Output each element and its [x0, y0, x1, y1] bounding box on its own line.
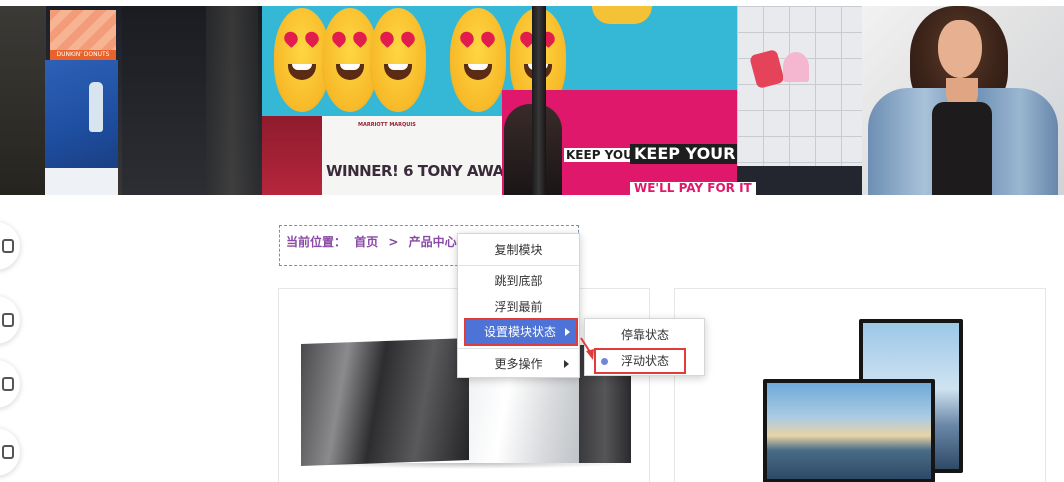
glass-window [737, 6, 877, 166]
cabinet-shadow [311, 463, 631, 469]
highlight-box [594, 348, 686, 374]
tool-icon [2, 313, 14, 327]
breadcrumb-separator: > [388, 235, 399, 249]
chevron-right-icon [564, 360, 569, 368]
product-card[interactable] [674, 288, 1046, 482]
highlight-box [464, 318, 578, 346]
banner-street-left: DUNKIN' DONUTS [0, 6, 262, 195]
menu-item-label: 浮到最前 [494, 300, 543, 314]
menu-item-label: 跳到底部 [494, 274, 543, 288]
breadcrumb-current[interactable]: 产品中心 [409, 233, 457, 250]
menu-item-label: 更多操作 [494, 357, 543, 371]
side-tool-button[interactable] [0, 296, 20, 344]
settings-icon [2, 445, 14, 459]
cabinet-panel [301, 338, 471, 466]
lace-top [932, 102, 992, 195]
submenu-item-label: 停靠状态 [621, 328, 670, 342]
heart-eyes-emoji-icon [450, 8, 506, 112]
billboard-white [45, 168, 118, 195]
billboard-blue [45, 60, 118, 168]
menu-item-copy-module[interactable]: 复制模块 [458, 238, 579, 262]
menu-item-label: 复制模块 [494, 243, 543, 257]
sticker-icon [749, 48, 785, 90]
face [938, 20, 982, 78]
breadcrumb-home-link[interactable]: 首页 [354, 233, 378, 250]
street-pole [532, 6, 546, 195]
breadcrumb-prefix: 当前位置： [286, 235, 347, 249]
billboard-brand-text: DUNKIN' DONUTS [50, 50, 116, 60]
banner-model [862, 6, 1064, 195]
screen-content [767, 383, 931, 479]
side-share-button[interactable] [0, 222, 20, 270]
link-icon [2, 377, 14, 391]
billboard-brand: MARRIOTT MARQUIS [358, 122, 416, 128]
menu-item-jump-bottom[interactable]: 跳到底部 [458, 269, 579, 293]
product-image-screen-landscape[interactable] [763, 379, 935, 482]
annotation-arrow-icon [580, 337, 594, 360]
menu-divider [458, 348, 579, 349]
pay-text: WE'LL PAY FOR IT [630, 182, 756, 195]
red-stripe [262, 116, 322, 195]
pole [206, 6, 258, 195]
page: DUNKIN' DONUTS MARRIOTT MARQUIS WINNER! … [0, 0, 1064, 482]
bottle-graphic [89, 82, 103, 132]
menu-item-bring-front[interactable]: 浮到最前 [458, 295, 579, 319]
menu-item-more-actions[interactable]: 更多操作 [458, 352, 579, 376]
heart-sticker-icon [783, 52, 809, 82]
share-icon [2, 239, 14, 253]
banner-image: DUNKIN' DONUTS MARRIOTT MARQUIS WINNER! … [0, 0, 1064, 195]
side-settings-button[interactable] [0, 428, 20, 476]
heart-eyes-emoji-icon [370, 8, 426, 112]
menu-divider [458, 265, 579, 266]
submenu-item-docked[interactable]: 停靠状态 [585, 322, 704, 348]
building [0, 6, 46, 195]
context-menu: 复制模块 跳到底部 浮到最前 设置模块状态 更多操作 [457, 233, 580, 378]
billboard-award: MARRIOTT MARQUIS WINNER! 6 TONY AWARDS [262, 116, 538, 195]
emoji-partial [592, 6, 652, 24]
side-link-button[interactable] [0, 360, 20, 408]
